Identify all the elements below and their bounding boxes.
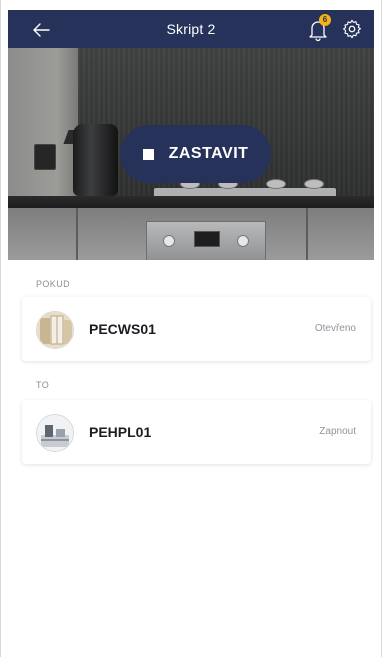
device-state: Zapnout — [319, 426, 356, 437]
device-name: PEHPL01 — [89, 424, 152, 440]
stop-button-label: ZASTAVIT — [168, 145, 249, 162]
countertop — [8, 196, 374, 208]
section-label-if: POKUD — [36, 279, 71, 289]
action-device-card[interactable]: PEHPL01 Zapnout — [22, 400, 371, 464]
device-state: Otevřeno — [314, 323, 356, 334]
stop-square-icon — [142, 148, 154, 160]
trigger-device-card[interactable]: PECWS01 Otevřeno — [22, 297, 371, 361]
oven — [146, 221, 266, 260]
notification-badge: 6 — [319, 14, 331, 26]
gear-icon[interactable] — [341, 18, 363, 40]
kettle — [73, 124, 118, 196]
stop-script-button[interactable]: ZASTAVIT — [120, 125, 271, 183]
app-header: Skript 2 6 — [8, 10, 374, 48]
device-thumbnail — [36, 414, 74, 452]
section-label-then: TO — [36, 380, 50, 390]
device-thumbnail — [36, 311, 74, 349]
script-cover-image: ZASTAVIT — [8, 48, 374, 260]
wall-socket — [34, 144, 56, 170]
device-name: PECWS01 — [89, 321, 156, 337]
